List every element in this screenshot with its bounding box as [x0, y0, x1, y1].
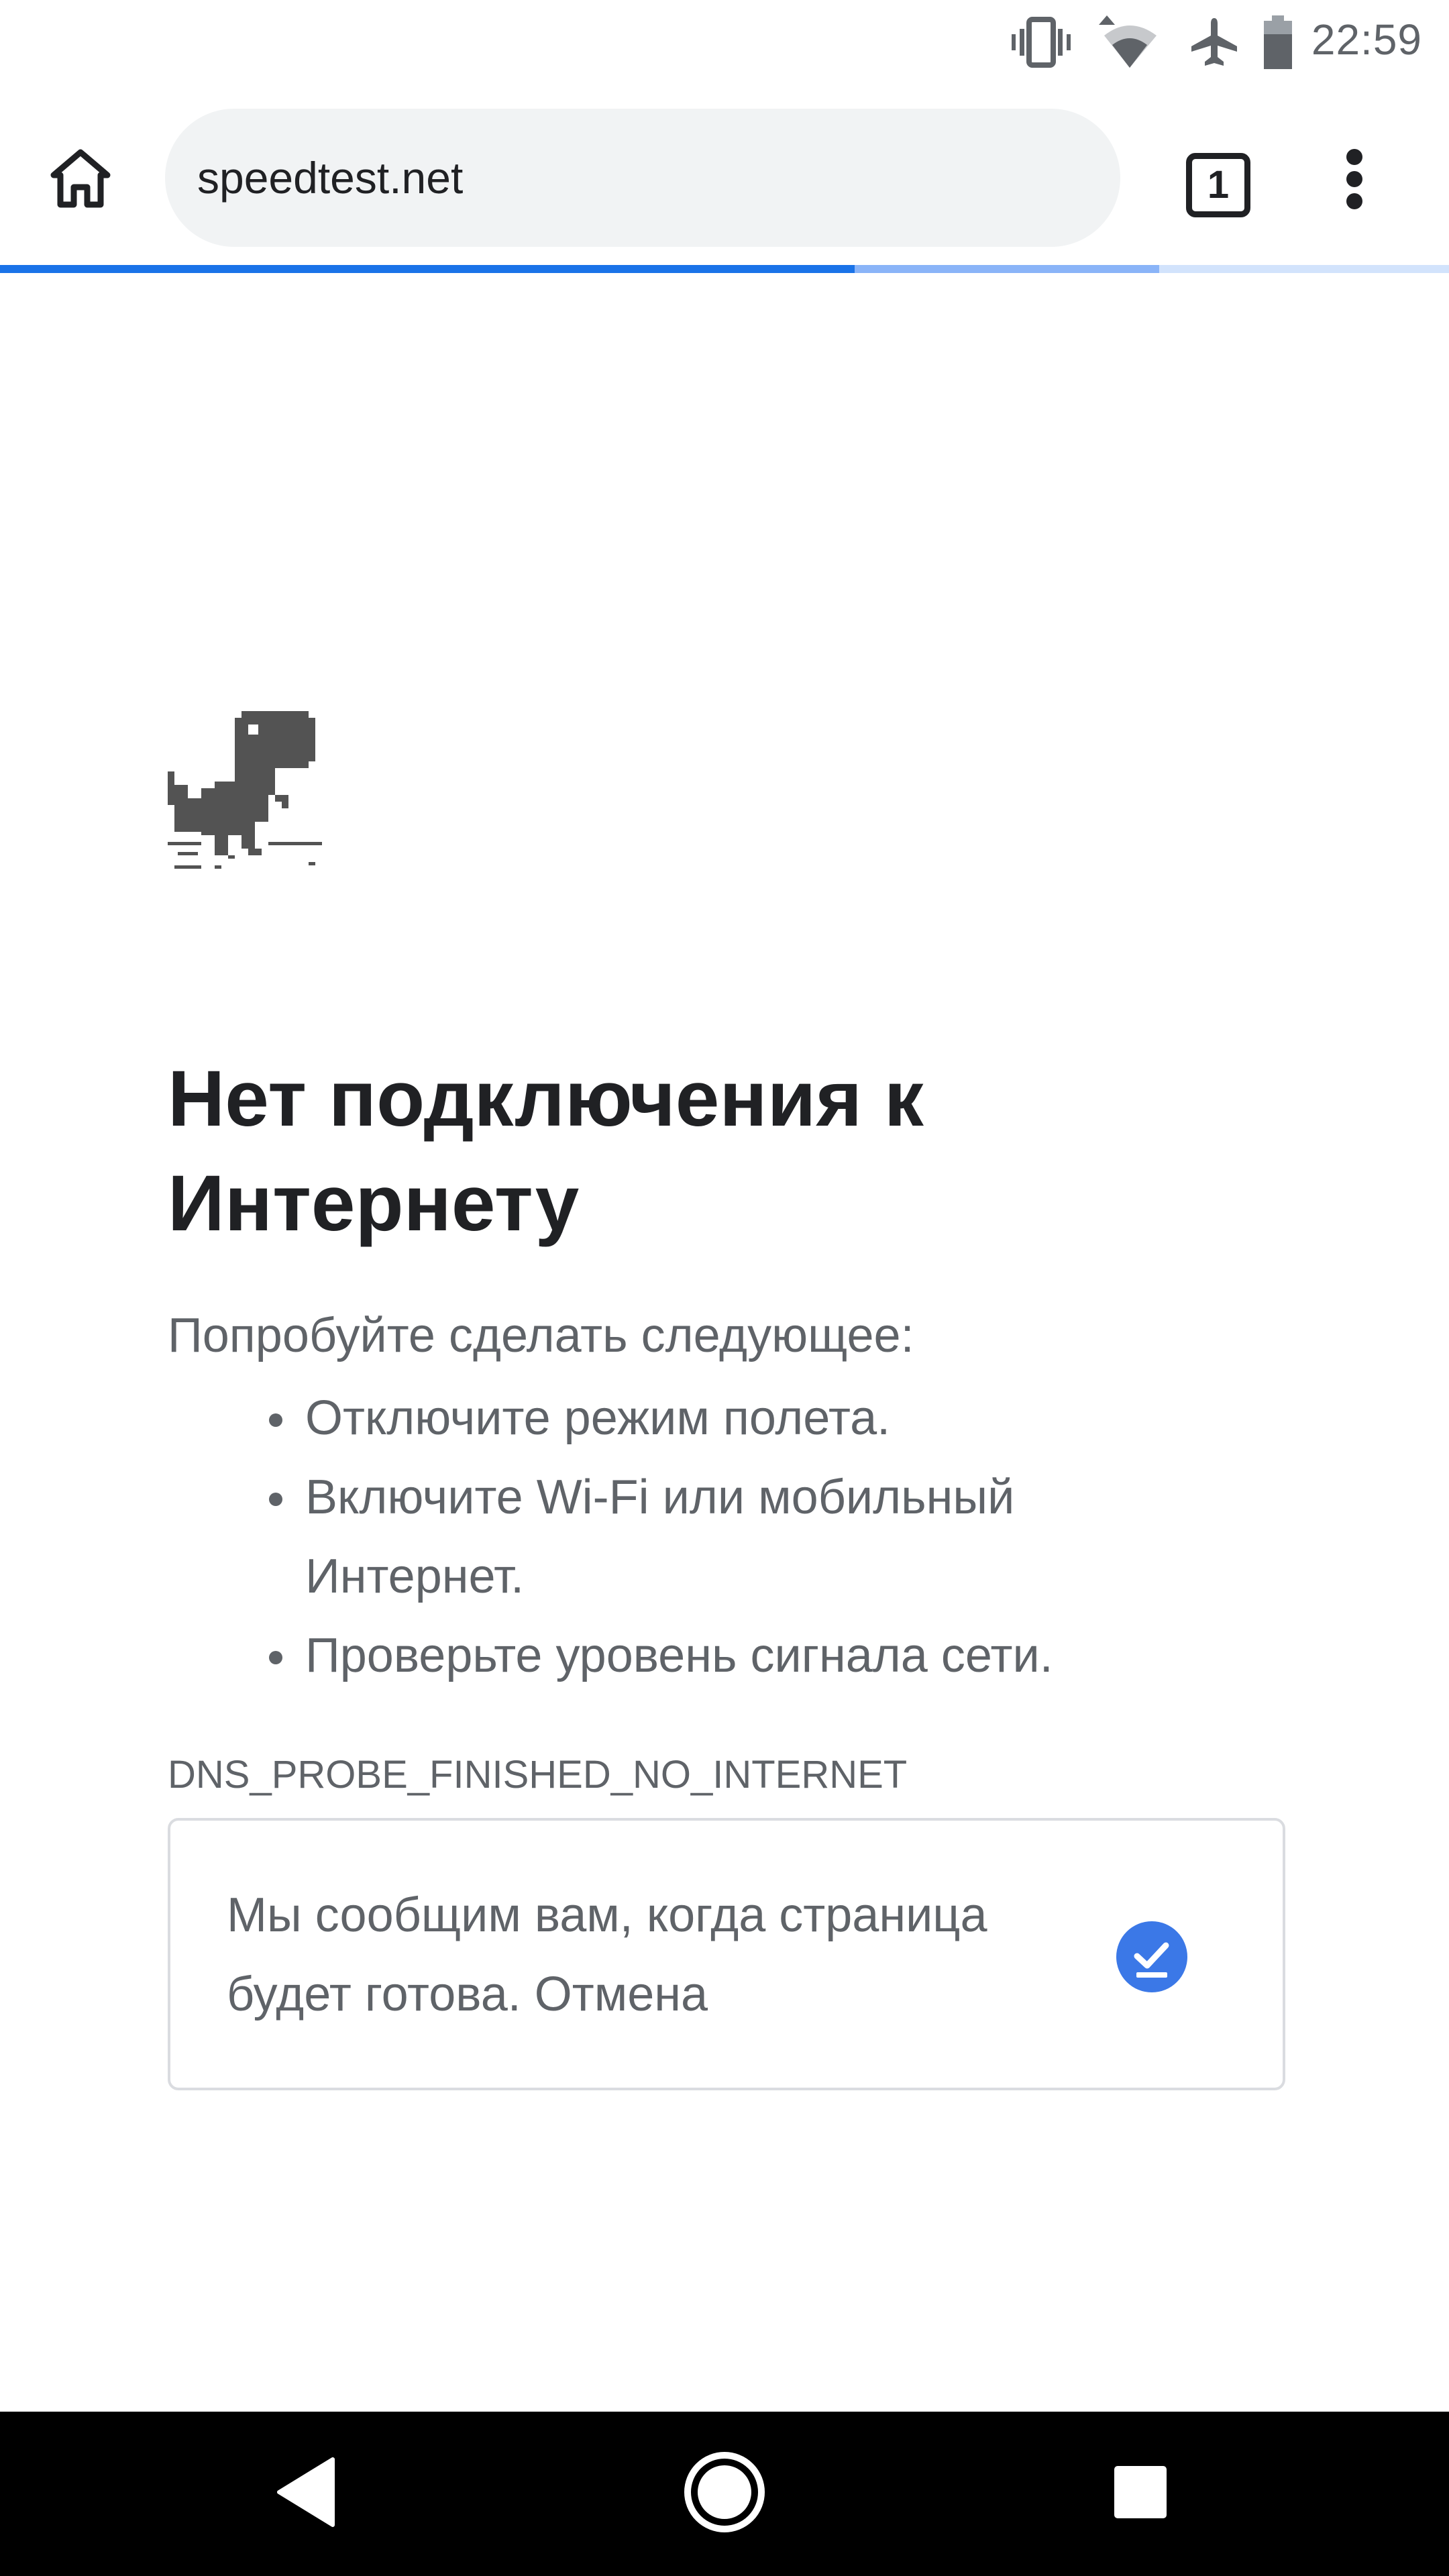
clock: 22:59 [1311, 15, 1422, 64]
error-title: Нет подключения к Интернету [168, 1055, 924, 1248]
tab-count: 1 [1207, 163, 1230, 207]
recents-icon [1114, 2466, 1167, 2518]
status-bar: 22:59 [0, 0, 1449, 80]
status-icons [1010, 12, 1295, 72]
offline-dino-icon[interactable] [168, 711, 322, 872]
suggestions-intro: Попробуйте сделать следующее: [168, 1309, 914, 1362]
airplane-mode-icon [1191, 18, 1237, 66]
page-load-progress [0, 265, 1449, 273]
url-text[interactable]: speedtest.net [197, 109, 463, 247]
cancel-link[interactable]: Отмена [535, 1968, 708, 2021]
suggestion-item: Включите Wi-Fi или мобильный Интернет. [269, 1458, 1137, 1616]
more-vert-icon[interactable] [1330, 149, 1381, 209]
vibrate-icon [1012, 17, 1071, 68]
progress-fill [0, 265, 855, 273]
system-nav-bar [0, 2412, 1449, 2576]
back-icon [277, 2457, 335, 2527]
home-circle-icon [684, 2452, 765, 2532]
suggestion-item: Отключите режим полета. [269, 1379, 1426, 1458]
auto-fetch-text: Мы сообщим вам, когда страница будет гот… [227, 1876, 1032, 2034]
suggestions-list: Отключите режим полета. Включите Wi-Fi и… [168, 1379, 1426, 1695]
home-button[interactable] [40, 138, 121, 218]
omnibox[interactable]: speedtest.net [165, 109, 1120, 247]
wifi-icon [1099, 15, 1157, 68]
recents-button[interactable] [1093, 2445, 1187, 2539]
back-button[interactable] [262, 2445, 356, 2539]
tab-switcher-button[interactable]: 1 [1181, 148, 1254, 221]
home-nav-button[interactable] [678, 2445, 771, 2539]
auto-fetch-notice: Мы сообщим вам, когда страница будет гот… [168, 1818, 1285, 2090]
battery-icon [1264, 15, 1292, 69]
download-scheduled-check-icon [1116, 1921, 1187, 1992]
error-code: DNS_PROBE_FINISHED_NO_INTERNET [168, 1753, 908, 1796]
home-icon [50, 149, 111, 208]
suggestion-item: Проверьте уровень сигнала сети. [269, 1616, 1426, 1695]
browser-toolbar: speedtest.net 1 [0, 94, 1449, 262]
